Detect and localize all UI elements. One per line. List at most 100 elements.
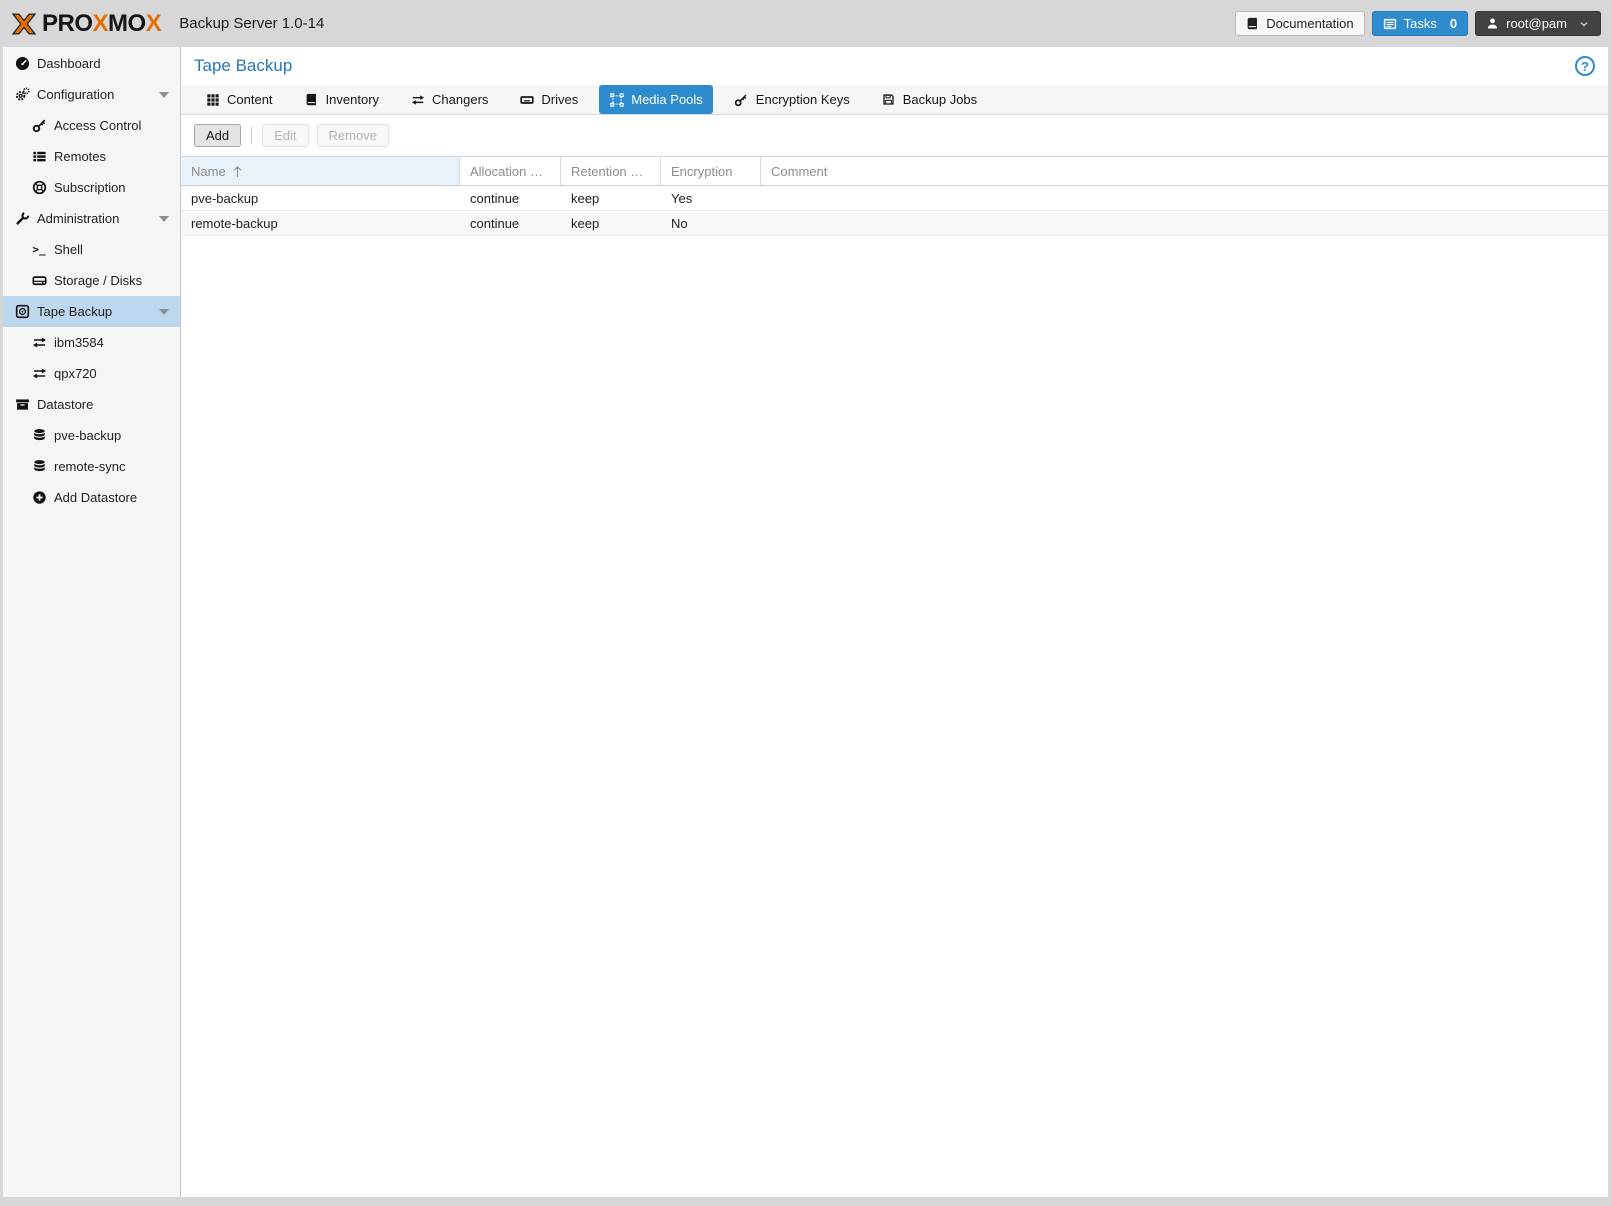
sidebar-item-ibm3584[interactable]: ibm3584 bbox=[3, 327, 180, 358]
th-grid-icon bbox=[205, 92, 220, 107]
sidebar-item-label: Remotes bbox=[54, 149, 106, 164]
sidebar-item-label: Dashboard bbox=[37, 56, 101, 71]
tape-icon bbox=[14, 304, 30, 320]
sidebar-item-label: Access Control bbox=[54, 118, 141, 133]
terminal-icon: >_ bbox=[31, 242, 47, 258]
key-icon bbox=[31, 118, 47, 134]
sidebar-item-label: Tape Backup bbox=[37, 304, 112, 319]
tab-inventory[interactable]: Inventory bbox=[294, 85, 389, 114]
tab-label: Changers bbox=[432, 92, 488, 107]
sidebar: Dashboard Configuration Access Control bbox=[3, 47, 181, 1197]
plus-circle-icon bbox=[31, 490, 47, 506]
sidebar-item-label: Subscription bbox=[54, 180, 126, 195]
tasks-button[interactable]: Tasks 0 bbox=[1372, 11, 1468, 36]
sidebar-item-configuration[interactable]: Configuration bbox=[3, 79, 180, 110]
column-header-retention[interactable]: Retention … bbox=[561, 157, 661, 185]
save-icon bbox=[881, 92, 896, 107]
sidebar-item-label: ibm3584 bbox=[54, 335, 104, 350]
tab-label: Backup Jobs bbox=[903, 92, 977, 107]
sidebar-item-dashboard[interactable]: Dashboard bbox=[3, 48, 180, 79]
tab-content[interactable]: Content bbox=[195, 85, 283, 114]
column-header-name[interactable]: Name bbox=[181, 157, 460, 185]
sidebar-item-access-control[interactable]: Access Control bbox=[3, 110, 180, 141]
sidebar-item-administration[interactable]: Administration bbox=[3, 203, 180, 234]
sidebar-item-remote-sync[interactable]: remote-sync bbox=[3, 451, 180, 482]
list-icon bbox=[31, 149, 47, 165]
page-title: Tape Backup bbox=[194, 56, 292, 76]
documentation-button[interactable]: Documentation bbox=[1235, 11, 1364, 36]
user-icon bbox=[1486, 17, 1499, 30]
proxmox-backup-server-app: PROXMOX Backup Server 1.0-14 Documentati… bbox=[0, 0, 1611, 1206]
sidebar-item-subscription[interactable]: Subscription bbox=[3, 172, 180, 203]
sidebar-item-shell[interactable]: >_ Shell bbox=[3, 234, 180, 265]
cell-retention: keep bbox=[561, 211, 661, 235]
tab-media-pools[interactable]: Media Pools bbox=[599, 85, 713, 114]
cell-retention: keep bbox=[561, 186, 661, 210]
cell-name: remote-backup bbox=[181, 211, 460, 235]
sidebar-item-label: Configuration bbox=[37, 87, 114, 102]
caret-down-icon[interactable] bbox=[159, 216, 169, 222]
cell-allocation: continue bbox=[460, 211, 561, 235]
exchange-icon bbox=[31, 335, 47, 351]
tasks-label: Tasks bbox=[1404, 16, 1437, 31]
top-bar-actions: Documentation Tasks 0 bbox=[1235, 11, 1601, 36]
tab-label: Encryption Keys bbox=[756, 92, 850, 107]
table-empty-area bbox=[181, 236, 1608, 1197]
tab-label: Drives bbox=[541, 92, 578, 107]
hdd-icon bbox=[31, 273, 47, 289]
cell-allocation: continue bbox=[460, 186, 561, 210]
sidebar-item-label: Shell bbox=[54, 242, 83, 257]
database-icon bbox=[31, 459, 47, 475]
toolbar: Add Edit Remove bbox=[181, 115, 1608, 156]
table-header: Name Allocation … Retention … Encryption… bbox=[181, 156, 1608, 186]
documentation-label: Documentation bbox=[1266, 16, 1353, 31]
table-row-remote-backup[interactable]: remote-backup continue keep No bbox=[181, 211, 1608, 236]
tab-label: Media Pools bbox=[631, 92, 703, 107]
remove-button[interactable]: Remove bbox=[317, 124, 389, 147]
tab-label: Inventory bbox=[326, 92, 379, 107]
book-icon bbox=[1246, 17, 1259, 30]
content-header: Tape Backup ? bbox=[181, 47, 1608, 85]
column-header-encryption[interactable]: Encryption bbox=[661, 157, 761, 185]
edit-button[interactable]: Edit bbox=[262, 124, 308, 147]
gears-icon bbox=[14, 87, 30, 103]
toolbar-separator bbox=[251, 127, 252, 144]
sidebar-item-label: Add Datastore bbox=[54, 490, 137, 505]
database-icon bbox=[31, 428, 47, 444]
sidebar-item-datastore[interactable]: Datastore bbox=[3, 389, 180, 420]
cell-comment bbox=[761, 186, 1608, 210]
help-icon[interactable]: ? bbox=[1575, 56, 1595, 76]
book-icon bbox=[304, 92, 319, 107]
dashboard-icon bbox=[14, 56, 30, 72]
cell-encryption: No bbox=[661, 211, 761, 235]
sidebar-item-storage-disks[interactable]: Storage / Disks bbox=[3, 265, 180, 296]
user-menu-button[interactable]: root@pam bbox=[1475, 11, 1601, 36]
main-layout: Dashboard Configuration Access Control bbox=[0, 47, 1611, 1197]
sidebar-item-label: qpx720 bbox=[54, 366, 97, 381]
exchange-icon bbox=[31, 366, 47, 382]
tab-bar: Content Inventory Changers bbox=[181, 85, 1608, 115]
chevron-down-icon bbox=[1578, 18, 1590, 30]
tab-drives[interactable]: Drives bbox=[509, 85, 588, 114]
tab-encryption-keys[interactable]: Encryption Keys bbox=[724, 85, 860, 114]
column-header-comment[interactable]: Comment bbox=[761, 157, 1608, 185]
sidebar-item-remotes[interactable]: Remotes bbox=[3, 141, 180, 172]
user-label: root@pam bbox=[1506, 16, 1567, 31]
caret-down-icon[interactable] bbox=[159, 92, 169, 98]
sidebar-item-qpx720[interactable]: qpx720 bbox=[3, 358, 180, 389]
sidebar-item-add-datastore[interactable]: Add Datastore bbox=[3, 482, 180, 513]
tab-backup-jobs[interactable]: Backup Jobs bbox=[871, 85, 987, 114]
sidebar-item-label: Administration bbox=[37, 211, 119, 226]
column-header-allocation[interactable]: Allocation … bbox=[460, 157, 561, 185]
tab-changers[interactable]: Changers bbox=[400, 85, 498, 114]
sidebar-item-label: remote-sync bbox=[54, 459, 126, 474]
add-button[interactable]: Add bbox=[194, 124, 241, 147]
sidebar-item-tape-backup[interactable]: Tape Backup bbox=[3, 296, 180, 327]
sort-asc-icon bbox=[232, 165, 243, 178]
object-group-icon bbox=[609, 92, 624, 107]
key-icon bbox=[734, 92, 749, 107]
table-row-pve-backup[interactable]: pve-backup continue keep Yes bbox=[181, 186, 1608, 211]
caret-down-icon[interactable] bbox=[159, 309, 169, 315]
sidebar-item-pve-backup[interactable]: pve-backup bbox=[3, 420, 180, 451]
wrench-icon bbox=[14, 211, 30, 227]
